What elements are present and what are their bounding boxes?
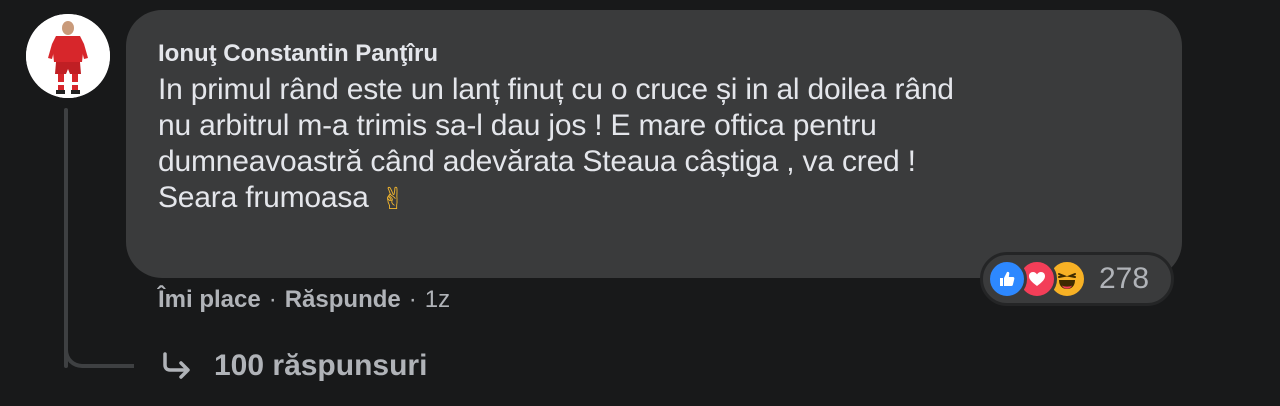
- separator: ·: [408, 286, 417, 313]
- comment-actions: Îmi place · Răspunde · 1z: [158, 284, 450, 316]
- comment-line: In primul rând este un lanț finuț cu o c…: [158, 73, 954, 106]
- jersey-avatar-image: [26, 14, 110, 98]
- avatar[interactable]: [26, 14, 110, 98]
- like-icon: [987, 259, 1027, 299]
- thread-connector: [64, 330, 134, 368]
- reactions-summary[interactable]: 278: [980, 252, 1174, 306]
- victory-hand-icon: ✌: [380, 183, 406, 216]
- comment-line-last: Seara frumoasa ✌: [158, 180, 1150, 218]
- thread-line: [64, 108, 68, 368]
- like-button[interactable]: Îmi place: [158, 284, 261, 316]
- replies-count-label: 100 răspunsuri: [214, 349, 428, 382]
- comment-author[interactable]: Ionuţ Constantin Panţîru: [158, 40, 1150, 68]
- comment-bubble: Ionuţ Constantin Panţîru In primul rând …: [126, 10, 1182, 278]
- comment-line: nu arbitrul m-a trimis sa-l dau jos ! E …: [158, 109, 877, 142]
- comment-text: In primul rând este un lanț finuț cu o c…: [158, 72, 1150, 218]
- reply-button[interactable]: Răspunde: [285, 284, 401, 316]
- comment-line-text: Seara frumoasa: [158, 181, 369, 214]
- reaction-count: 278: [1099, 262, 1150, 295]
- comment-timestamp[interactable]: 1z: [425, 284, 450, 316]
- comment-line: dumneavoastră când adevărata Steaua câșt…: [158, 145, 916, 178]
- reply-arrow-icon: [160, 351, 194, 381]
- view-replies-link[interactable]: 100 răspunsuri: [160, 346, 427, 386]
- separator: ·: [268, 286, 277, 313]
